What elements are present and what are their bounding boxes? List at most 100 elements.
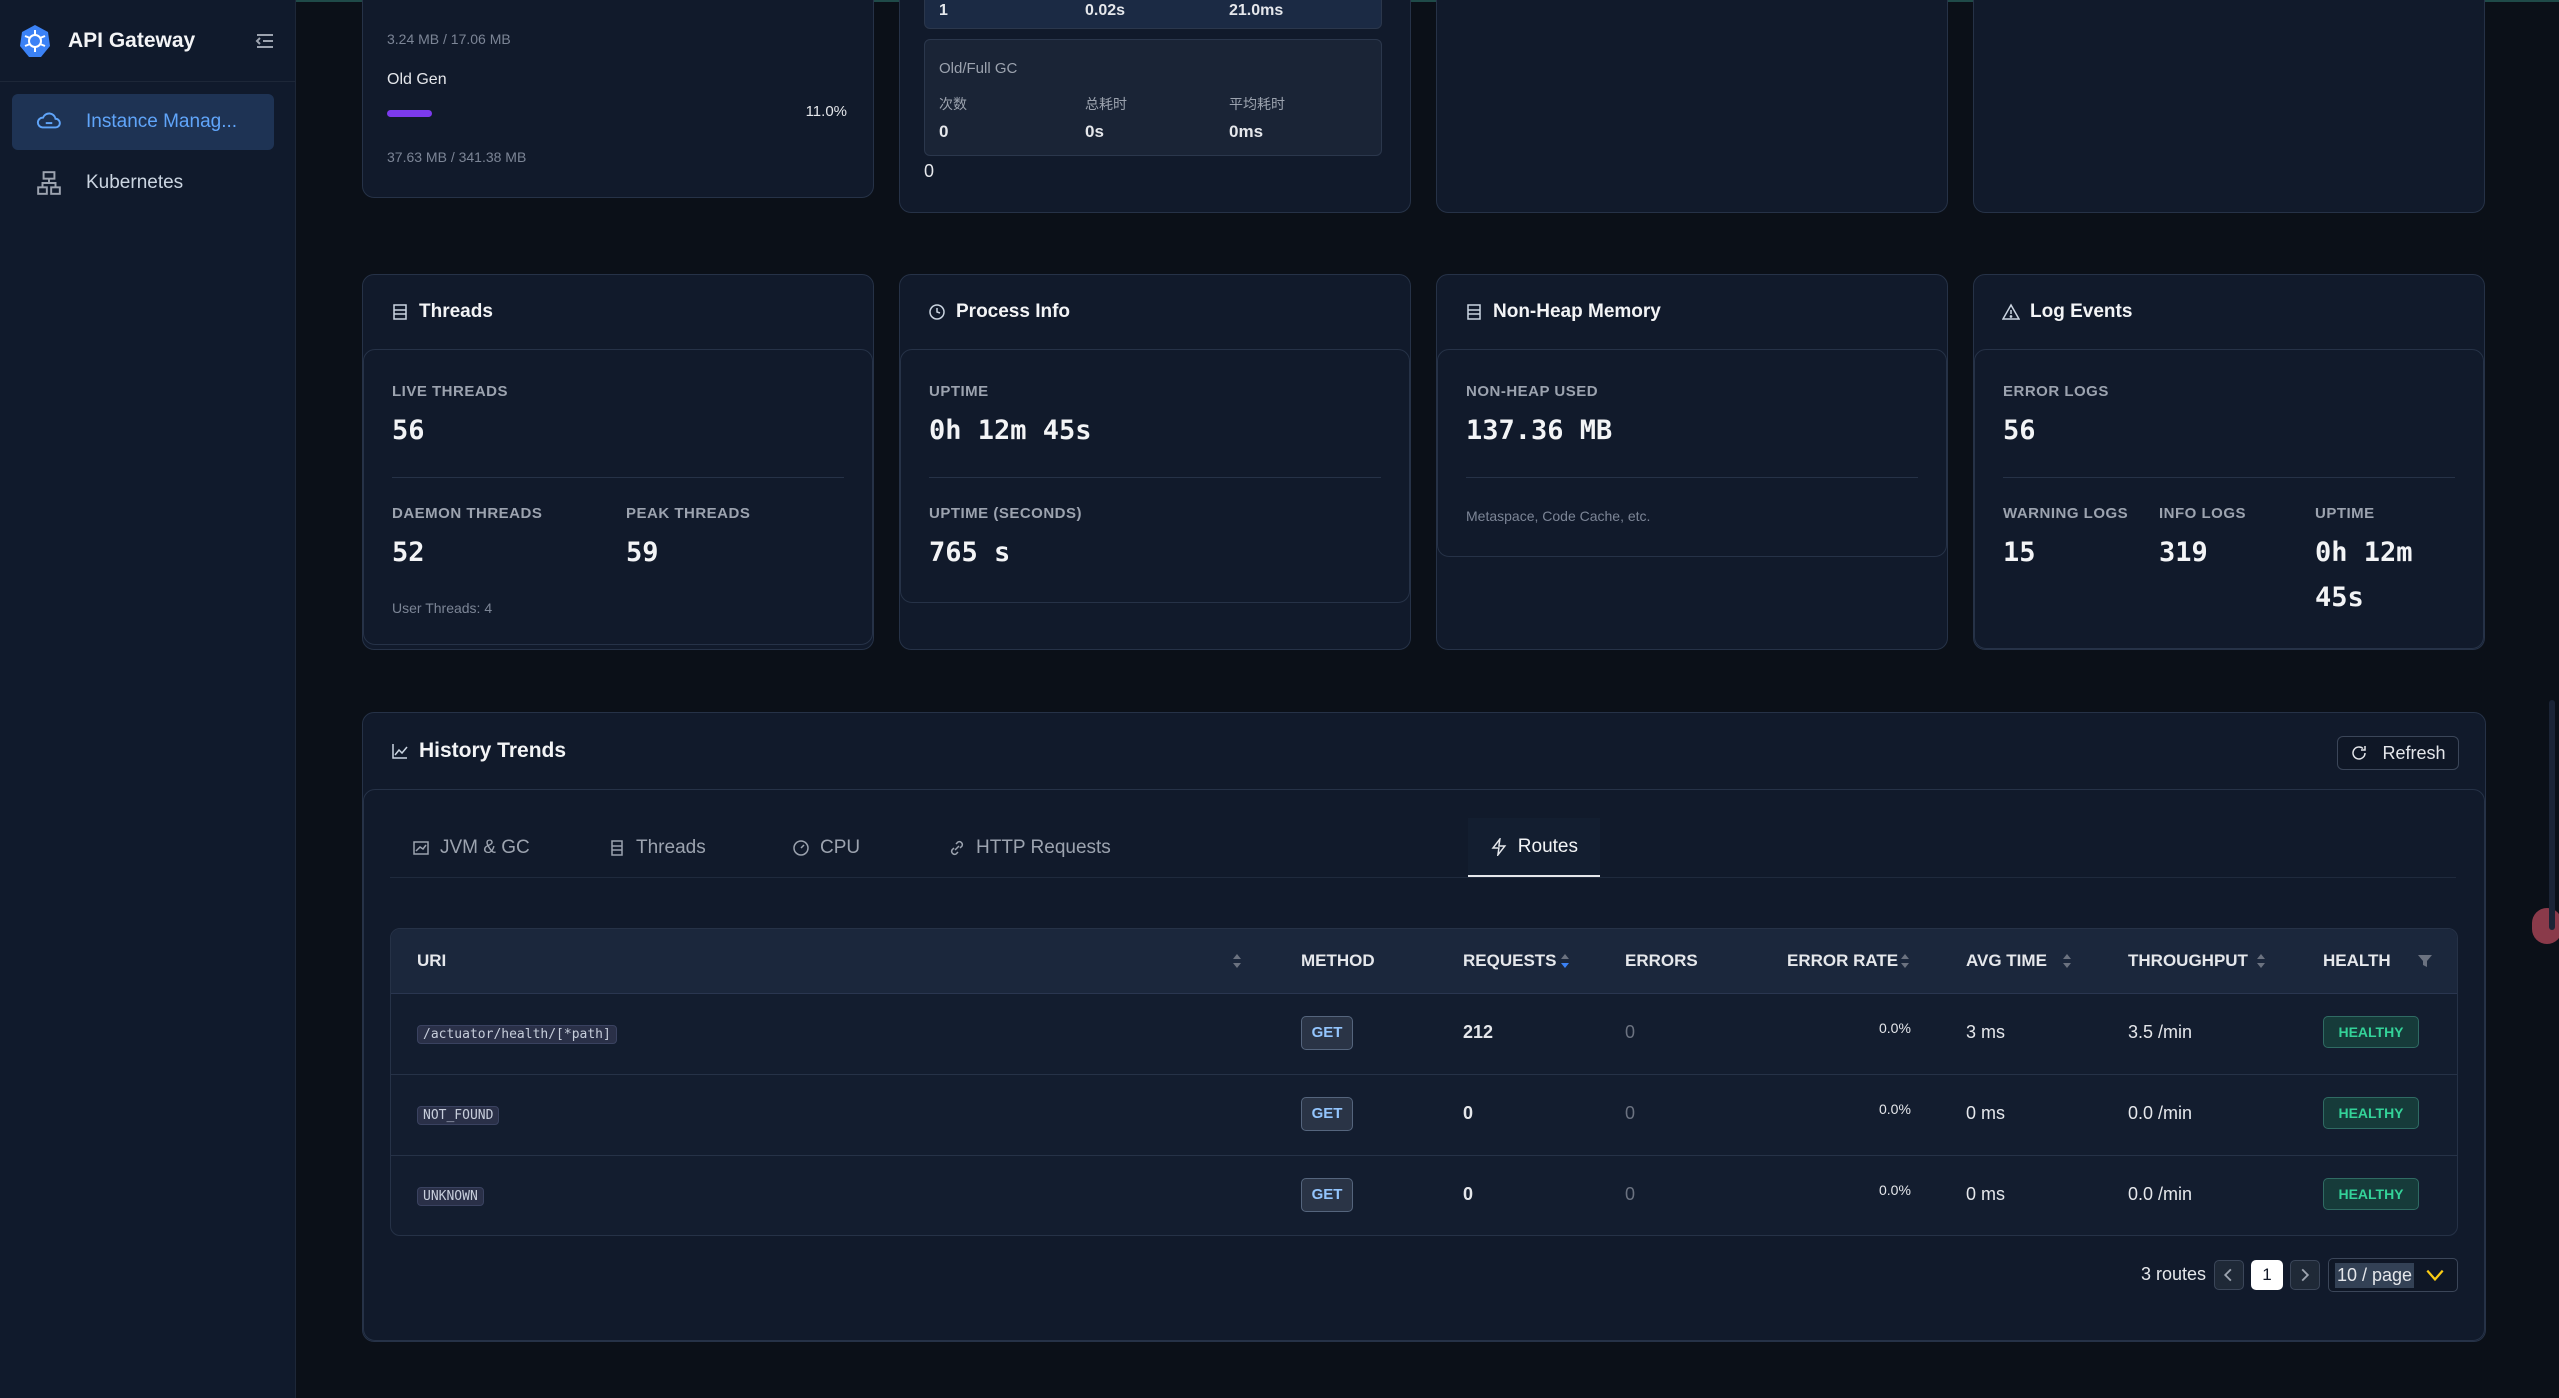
old-gc-avg: 0ms [1229, 122, 1264, 141]
threads-card-body: LIVE THREADS 56 DAEMON THREADS 52 PEAK T… [363, 349, 873, 645]
table-row: UNKNOWN GET 0 0 0.0% 0 ms 0.0 /min HEALT… [391, 1156, 2457, 1235]
kubernetes-logo-icon [20, 24, 50, 57]
scrollbar[interactable] [2549, 700, 2555, 930]
health-badge: HEALTHY [2323, 1097, 2419, 1129]
tab-label: Routes [1517, 835, 1578, 857]
refresh-icon [2352, 746, 2367, 760]
tabs-underline [390, 877, 2456, 878]
warning-logs-value: 15 [2003, 537, 2036, 568]
errors-cell: 0 [1625, 1022, 1636, 1042]
col-avg-time[interactable]: AVG TIME [1966, 951, 2047, 971]
threads-card: Threads LIVE THREADS 56 DAEMON THREADS 5… [362, 274, 874, 650]
old-gc-title: Old/Full GC [939, 60, 1018, 77]
sort-icon[interactable] [2061, 951, 2073, 971]
col-errors: ERRORS [1625, 951, 1698, 970]
nonheap-used-value: 137.36 MB [1466, 415, 1613, 446]
log-events-card: Log Events ERROR LOGS 56 WARNING LOGS 15… [1973, 274, 2485, 650]
info-logs-label: INFO LOGS [2159, 505, 2246, 522]
old-gc-total: 0s [1085, 122, 1104, 141]
tab-label: JVM & GC [440, 837, 530, 858]
requests-cell: 0 [1463, 1184, 1474, 1204]
sidebar: API Gateway Instance Manag... Kubernetes [0, 0, 296, 1398]
prev-page-button[interactable] [2214, 1260, 2244, 1290]
col-error-rate[interactable]: ERROR RATE [1787, 951, 1898, 971]
refresh-label: Refresh [2382, 742, 2446, 763]
throughput-cell: 0.0 /min [2128, 1103, 2193, 1123]
gc-col-count: 次数 [939, 96, 967, 112]
pagination-total: 3 routes [2141, 1264, 2207, 1284]
old-gc-box: Old/Full GC 次数 总耗时 平均耗时 0 0s 0ms [924, 39, 1382, 156]
sidebar-item-instance-management[interactable]: Instance Manag... [12, 94, 274, 150]
uptime-seconds-value: 765 s [929, 537, 1011, 568]
logs-uptime-label: UPTIME [2315, 505, 2375, 522]
tab-http-requests[interactable]: HTTP Requests [926, 818, 1133, 878]
tab-cpu[interactable]: CPU [770, 818, 882, 878]
tab-routes[interactable]: Routes [1468, 818, 1600, 878]
page-size-select[interactable]: 10 / page [2328, 1258, 2458, 1292]
empty-card-3 [1436, 0, 1948, 213]
sort-icon[interactable] [1899, 951, 1911, 971]
app-title: API Gateway [68, 28, 196, 52]
empty-card-4 [1973, 0, 2485, 213]
sidebar-item-label: Instance Manag... [86, 111, 238, 132]
error-rate-cell: 0.0% [1879, 1101, 1911, 1117]
lightning-icon [1491, 837, 1507, 856]
gc-col-total: 总耗时 [1085, 96, 1127, 112]
threads-icon [393, 304, 407, 320]
heap-memory-card: 3.24 MB / 17.06 MB Old Gen 11.0% 37.63 M… [362, 0, 874, 198]
nonheap-card-body: NON-HEAP USED 137.36 MB Metaspace, Code … [1437, 349, 1947, 557]
old-gc-count: 0 [939, 122, 949, 141]
gc-card: 1 0.02s 21.0ms Old/Full GC 次数 总耗时 平均耗时 0… [899, 0, 1411, 213]
route-uri: UNKNOWN [417, 1187, 484, 1206]
logs-uptime-value-line2: 45s [2315, 582, 2364, 613]
info-logs-value: 319 [2159, 537, 2208, 568]
chevron-left-icon [2223, 1268, 2232, 1282]
sort-icon[interactable] [1231, 951, 1243, 971]
page-1-button[interactable]: 1 [2251, 1260, 2283, 1290]
col-requests[interactable]: REQUESTS [1463, 951, 1557, 971]
line-chart-icon [392, 744, 408, 759]
throughput-cell: 3.5 /min [2128, 1022, 2193, 1042]
col-throughput[interactable]: THROUGHPUT [2128, 951, 2248, 971]
tab-label: HTTP Requests [976, 837, 1111, 858]
uptime-value: 0h 12m 45s [929, 415, 1092, 446]
gc-footer-value: 0 [924, 161, 935, 181]
refresh-button[interactable]: Refresh [2337, 736, 2459, 770]
gc-col-avg: 平均耗时 [1229, 96, 1285, 112]
tab-jvm-gc[interactable]: JVM & GC [390, 818, 552, 878]
avg-time-cell: 0 ms [1966, 1103, 2006, 1123]
col-health: HEALTH [2323, 951, 2391, 970]
filter-icon[interactable] [2417, 953, 2433, 969]
cluster-icon [37, 171, 61, 195]
sort-icon[interactable] [2255, 951, 2267, 971]
divider [392, 477, 844, 478]
chevron-down-icon [2426, 1269, 2444, 1282]
warning-icon [2002, 303, 2020, 320]
brand: API Gateway [0, 0, 295, 82]
old-gen-label: Old Gen [387, 71, 447, 88]
uptime-seconds-label: UPTIME (SECONDS) [929, 505, 1083, 522]
method-badge: GET [1301, 1016, 1353, 1050]
tab-threads[interactable]: Threads [586, 818, 728, 878]
routes-table: URI METHOD REQUESTS ERRORS ERROR RATE AV… [390, 928, 2458, 1236]
table-header: URI METHOD REQUESTS ERRORS ERROR RATE AV… [391, 929, 2457, 994]
old-gen-percent: 11.0% [805, 103, 847, 120]
young-gc-count: 1 [939, 2, 948, 19]
main-content: 3.24 MB / 17.06 MB Old Gen 11.0% 37.63 M… [296, 0, 2559, 1398]
table-row: NOT_FOUND GET 0 0 0.0% 0 ms 0.0 /min HEA… [391, 1075, 2457, 1156]
col-method: METHOD [1301, 951, 1375, 970]
sidebar-item-label: Kubernetes [86, 172, 184, 193]
divider [929, 477, 1381, 478]
sidebar-item-kubernetes[interactable]: Kubernetes [12, 155, 274, 211]
next-page-button[interactable] [2290, 1260, 2320, 1290]
chart-icon [413, 841, 429, 855]
divider [1466, 477, 1918, 478]
collapse-menu-icon[interactable] [253, 29, 277, 53]
non-heap-memory-card: Non-Heap Memory NON-HEAP USED 137.36 MB … [1436, 274, 1948, 650]
warning-logs-label: WARNING LOGS [2003, 505, 2129, 522]
process-title: Process Info [956, 301, 1071, 322]
threads-title: Threads [419, 301, 493, 322]
sort-desc-active-icon[interactable] [1559, 951, 1571, 971]
col-uri[interactable]: URI [417, 951, 446, 971]
link-icon [950, 840, 964, 856]
